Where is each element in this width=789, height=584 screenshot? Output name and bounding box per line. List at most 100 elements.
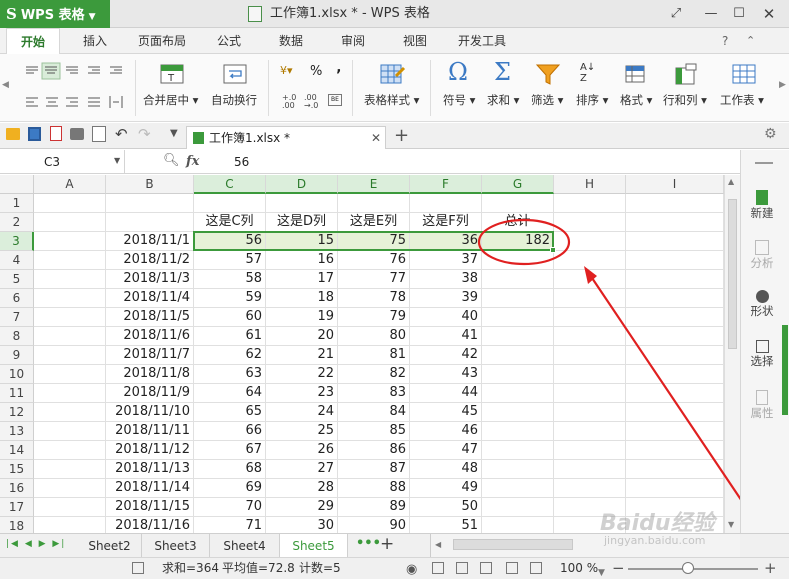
- cell-e12[interactable]: 84: [338, 403, 410, 422]
- cell-h9[interactable]: [554, 346, 626, 365]
- cell-i8[interactable]: [626, 327, 724, 346]
- tab-home[interactable]: 开始: [6, 28, 60, 55]
- cell-i1[interactable]: [626, 194, 724, 213]
- exit-fullscreen-icon[interactable]: ⤢: [665, 4, 687, 24]
- cell-b13[interactable]: 2018/11/11: [106, 422, 194, 441]
- sum-button[interactable]: 求和 ▾: [487, 92, 519, 108]
- cell-f5[interactable]: 38: [410, 270, 482, 289]
- cell-e3[interactable]: 75: [338, 232, 410, 251]
- cell-f6[interactable]: 39: [410, 289, 482, 308]
- cell-c18[interactable]: 71: [194, 517, 266, 533]
- cell-f2[interactable]: 这是F列: [410, 213, 482, 232]
- filter-button[interactable]: 筛选 ▾: [531, 92, 563, 108]
- insert-function-icon[interactable]: fx: [186, 150, 199, 174]
- cell-g7[interactable]: [482, 308, 554, 327]
- document-tab[interactable]: 工作簿1.xlsx * ✕: [186, 126, 386, 149]
- cell-a4[interactable]: [34, 251, 106, 270]
- undo-icon[interactable]: ↶: [115, 125, 128, 143]
- name-box[interactable]: C3: [0, 150, 125, 174]
- fill-handle[interactable]: [550, 247, 556, 253]
- close-tab-icon[interactable]: ✕: [371, 127, 381, 149]
- column-header-h[interactable]: H: [554, 175, 626, 194]
- collapse-ribbon-icon[interactable]: ⌃: [746, 34, 764, 48]
- cell-i15[interactable]: [626, 460, 724, 479]
- cell-f4[interactable]: 37: [410, 251, 482, 270]
- cell-c1[interactable]: [194, 194, 266, 213]
- cell-b2[interactable]: [106, 213, 194, 232]
- open-folder-icon[interactable]: [6, 128, 20, 140]
- page-layout-icon[interactable]: [456, 562, 468, 574]
- cell-i10[interactable]: [626, 365, 724, 384]
- add-sheet-button[interactable]: +: [380, 534, 394, 554]
- cell-f16[interactable]: 49: [410, 479, 482, 498]
- cell-g1[interactable]: [482, 194, 554, 213]
- cell-b7[interactable]: 2018/11/5: [106, 308, 194, 327]
- cell-a14[interactable]: [34, 441, 106, 460]
- row-header-6[interactable]: 6: [0, 289, 34, 308]
- cell-d1[interactable]: [266, 194, 338, 213]
- decrease-decimal-button[interactable]: .00 →.0: [304, 94, 324, 110]
- cell-a12[interactable]: [34, 403, 106, 422]
- cell-g16[interactable]: [482, 479, 554, 498]
- panel-properties[interactable]: 属性: [741, 390, 783, 421]
- cell-i2[interactable]: [626, 213, 724, 232]
- row-header-5[interactable]: 5: [0, 270, 34, 289]
- fullscreen-icon[interactable]: [530, 562, 542, 574]
- help-icon[interactable]: ?: [722, 34, 740, 48]
- cell-i4[interactable]: [626, 251, 724, 270]
- table-style-button[interactable]: 表格样式 ▾: [364, 92, 419, 108]
- cell-e18[interactable]: 90: [338, 517, 410, 533]
- zoom-dropdown-icon[interactable]: ▼: [598, 563, 605, 584]
- worksheet-icon[interactable]: [730, 62, 758, 88]
- number-format-icon[interactable]: BE: [328, 94, 342, 106]
- cell-h16[interactable]: [554, 479, 626, 498]
- alignment-buttons[interactable]: [22, 62, 132, 114]
- cell-e14[interactable]: 86: [338, 441, 410, 460]
- cell-f18[interactable]: 51: [410, 517, 482, 533]
- cell-h14[interactable]: [554, 441, 626, 460]
- h-scroll-thumb[interactable]: [453, 539, 573, 550]
- cell-a7[interactable]: [34, 308, 106, 327]
- page-break-icon[interactable]: [480, 562, 492, 574]
- cell-c2[interactable]: 这是C列: [194, 213, 266, 232]
- sort-button[interactable]: 排序 ▾: [576, 92, 608, 108]
- row-header-7[interactable]: 7: [0, 308, 34, 327]
- cell-a13[interactable]: [34, 422, 106, 441]
- currency-icon[interactable]: ¥▾: [280, 64, 293, 77]
- cell-g14[interactable]: [482, 441, 554, 460]
- export-pdf-icon[interactable]: [50, 126, 62, 141]
- column-header-d[interactable]: D: [266, 175, 338, 194]
- cell-f1[interactable]: [410, 194, 482, 213]
- cell-b17[interactable]: 2018/11/15: [106, 498, 194, 517]
- cell-f11[interactable]: 44: [410, 384, 482, 403]
- cell-f8[interactable]: 41: [410, 327, 482, 346]
- row-header-9[interactable]: 9: [0, 346, 34, 365]
- cell-c9[interactable]: 62: [194, 346, 266, 365]
- cell-i7[interactable]: [626, 308, 724, 327]
- cell-f13[interactable]: 46: [410, 422, 482, 441]
- row-col-button[interactable]: 行和列 ▾: [663, 92, 707, 108]
- cell-b18[interactable]: 2018/11/16: [106, 517, 194, 533]
- tab-data[interactable]: 数据: [268, 28, 314, 54]
- close-button[interactable]: ✕: [758, 4, 780, 24]
- zoom-slider-thumb[interactable]: [682, 562, 694, 574]
- cell-b9[interactable]: 2018/11/7: [106, 346, 194, 365]
- eye-protect-icon[interactable]: ◉: [406, 559, 417, 580]
- row-header-8[interactable]: 8: [0, 327, 34, 346]
- cell-d6[interactable]: 18: [266, 289, 338, 308]
- wrap-text-icon[interactable]: [221, 62, 249, 88]
- cell-i11[interactable]: [626, 384, 724, 403]
- cell-d13[interactable]: 25: [266, 422, 338, 441]
- tab-insert[interactable]: 插入: [72, 28, 118, 54]
- cell-f7[interactable]: 40: [410, 308, 482, 327]
- cell-g9[interactable]: [482, 346, 554, 365]
- cell-b5[interactable]: 2018/11/3: [106, 270, 194, 289]
- row-header-4[interactable]: 4: [0, 251, 34, 270]
- cell-e4[interactable]: 76: [338, 251, 410, 270]
- cell-f14[interactable]: 47: [410, 441, 482, 460]
- cell-d5[interactable]: 17: [266, 270, 338, 289]
- cell-i5[interactable]: [626, 270, 724, 289]
- cell-a6[interactable]: [34, 289, 106, 308]
- sort-icon[interactable]: A↓ Z: [580, 62, 595, 84]
- format-icon[interactable]: [622, 62, 650, 88]
